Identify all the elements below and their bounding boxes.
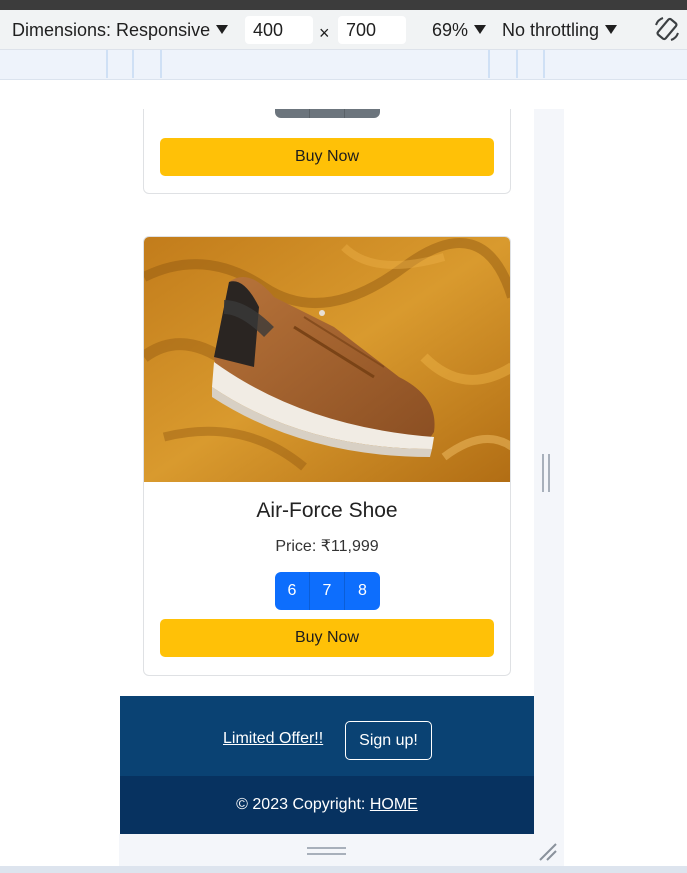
throttling-value: No throttling	[502, 20, 600, 40]
size-option[interactable]: 7	[310, 572, 345, 610]
devtools-bottom-bar	[0, 866, 687, 873]
zoom-value: 69%	[432, 20, 469, 40]
size-group: 6 7 8	[275, 572, 380, 610]
caret-down-icon	[474, 25, 487, 34]
copyright-label: © 2023 Copyright:	[236, 796, 370, 813]
media-query-ruler	[0, 50, 687, 80]
width-input[interactable]: 400	[245, 16, 313, 44]
dimensions-dropdown[interactable]: Dimensions: Responsive	[12, 20, 229, 41]
product-card: 6 7 8 Buy Now	[143, 109, 511, 194]
throttling-dropdown[interactable]: No throttling	[502, 20, 618, 41]
product-image	[144, 237, 510, 482]
size-option[interactable]: 8	[345, 109, 380, 118]
viewport-resize-handle[interactable]	[542, 454, 552, 492]
resize-corner-icon[interactable]	[538, 842, 558, 862]
emulated-viewport: 6 7 8 Buy Now	[119, 109, 534, 834]
rotate-icon[interactable]	[653, 15, 681, 43]
viewport-height-handle[interactable]	[307, 847, 347, 857]
device-toolbar: Dimensions: Responsive 400 × 700 69% No …	[0, 10, 687, 50]
size-option[interactable]: 6	[275, 109, 310, 118]
buy-now-button[interactable]: Buy Now	[160, 619, 494, 657]
caret-down-icon	[216, 25, 229, 34]
home-link[interactable]: HOME	[370, 796, 418, 813]
window-top-strip	[0, 0, 687, 10]
buy-now-button[interactable]: Buy Now	[160, 138, 494, 176]
size-group: 6 7 8	[275, 109, 380, 118]
height-input[interactable]: 700	[338, 16, 406, 44]
caret-down-icon	[605, 25, 618, 34]
copyright-text: © 2023 Copyright: HOME	[120, 796, 534, 814]
zoom-dropdown[interactable]: 69%	[432, 20, 487, 41]
size-option[interactable]: 8	[345, 572, 380, 610]
footer-offer-section: Limited Offer!! Sign up!	[120, 696, 534, 776]
times-sign: ×	[319, 23, 330, 43]
limited-offer-link[interactable]: Limited Offer!!	[223, 730, 323, 748]
product-title: Air-Force Shoe	[256, 499, 398, 522]
product-card: Air-Force Shoe Price: ₹11,999 6 7 8 Buy …	[143, 236, 511, 676]
size-option[interactable]: 7	[310, 109, 345, 118]
size-option[interactable]: 6	[275, 572, 310, 610]
footer-copyright-section: © 2023 Copyright: HOME	[120, 776, 534, 834]
sign-up-button[interactable]: Sign up!	[345, 721, 432, 760]
product-price: Price: ₹11,999	[275, 538, 379, 555]
dimensions-label: Dimensions: Responsive	[12, 20, 211, 40]
